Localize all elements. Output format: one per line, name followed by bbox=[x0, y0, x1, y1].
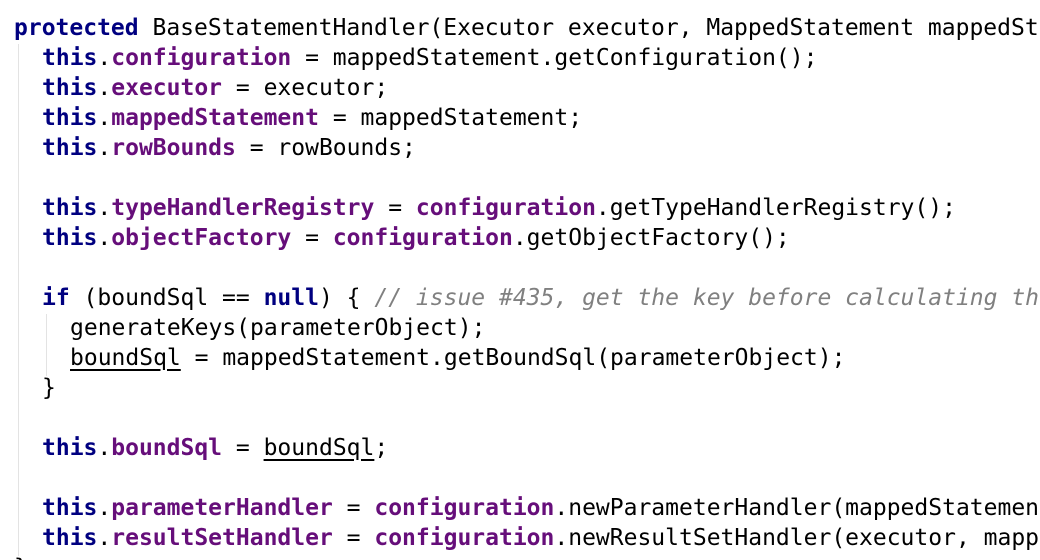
code-line: if (boundSql == null) { // issue #435, g… bbox=[42, 283, 1039, 313]
field-token: typeHandlerRegistry bbox=[111, 195, 375, 221]
code-token: . bbox=[97, 435, 112, 461]
code-token: . bbox=[97, 45, 112, 71]
code-token: . bbox=[97, 75, 112, 101]
keyword-token: this bbox=[42, 135, 98, 161]
code-line: this.mappedStatement = mappedStatement; bbox=[42, 103, 582, 133]
code-token: . bbox=[97, 105, 112, 131]
code-token: } bbox=[14, 555, 28, 560]
code-token: = bbox=[222, 435, 264, 461]
keyword-token: this bbox=[42, 195, 98, 221]
code-line: boundSql = mappedStatement.getBoundSql(p… bbox=[70, 343, 845, 373]
code-token: . bbox=[97, 225, 112, 251]
code-token: .newParameterHandler(mappedStatemen bbox=[554, 495, 1040, 521]
code-line: this.resultSetHandler = configuration.ne… bbox=[42, 523, 1039, 553]
code-token: = mappedStatement; bbox=[318, 105, 583, 131]
variable-token: boundSql bbox=[263, 435, 375, 461]
code-line: this.parameterHandler = configuration.ne… bbox=[42, 493, 1039, 523]
comment-token: // issue #435, get the key before calcul… bbox=[374, 285, 1040, 311]
field-token: resultSetHandler bbox=[111, 525, 333, 551]
keyword-token: protected bbox=[14, 15, 139, 41]
code-token: = executor; bbox=[222, 75, 389, 101]
field-token: configuration bbox=[374, 495, 555, 521]
code-token: .newResultSetHandler(executor, mapp bbox=[554, 525, 1040, 551]
keyword-token: this bbox=[42, 225, 98, 251]
code-token: .getTypeHandlerRegistry(); bbox=[595, 195, 956, 221]
code-token: ) { bbox=[318, 285, 375, 311]
field-token: rowBounds bbox=[111, 135, 236, 161]
code-token: = mappedStatement.getBoundSql(parameterO… bbox=[180, 345, 846, 371]
code-line: } bbox=[42, 373, 56, 403]
code-line: this.objectFactory = configuration.getOb… bbox=[42, 223, 790, 253]
code-token: = bbox=[374, 195, 416, 221]
field-token: parameterHandler bbox=[111, 495, 333, 521]
code-line: protected BaseStatementHandler(Executor … bbox=[14, 13, 1039, 43]
keyword-token: this bbox=[42, 105, 98, 131]
code-line: this.configuration = mappedStatement.get… bbox=[42, 43, 817, 73]
field-token: configuration bbox=[374, 525, 555, 551]
code-editor[interactable]: protected BaseStatementHandler(Executor … bbox=[0, 0, 1040, 560]
code-line: this.executor = executor; bbox=[42, 73, 388, 103]
variable-token: boundSql bbox=[70, 345, 181, 371]
code-token: ; bbox=[374, 435, 389, 461]
code-token: BaseStatementHandler(Executor executor, … bbox=[138, 15, 1039, 41]
code-token: .getObjectFactory(); bbox=[512, 225, 790, 251]
keyword-token: this bbox=[42, 45, 98, 71]
code-token: = bbox=[291, 225, 333, 251]
code-token: = bbox=[332, 525, 375, 551]
code-token: = rowBounds; bbox=[235, 135, 416, 161]
code-token: = bbox=[332, 495, 375, 521]
code-line: generateKeys(parameterObject); bbox=[70, 313, 485, 343]
indent-guide-if-block bbox=[46, 314, 47, 376]
field-token: configuration bbox=[111, 45, 292, 71]
code-line: } bbox=[14, 553, 28, 560]
code-line: this.boundSql = boundSql; bbox=[42, 433, 388, 463]
keyword-token: this bbox=[42, 525, 98, 551]
code-token: (boundSql == bbox=[69, 285, 264, 311]
code-token: . bbox=[97, 525, 112, 551]
keyword-token: this bbox=[42, 75, 98, 101]
code-token: . bbox=[97, 135, 112, 161]
keyword-token: if bbox=[42, 285, 70, 311]
code-token: generateKeys(parameterObject); bbox=[70, 315, 486, 341]
indent-guide-method bbox=[18, 44, 19, 556]
field-token: boundSql bbox=[111, 435, 223, 461]
keyword-token: null bbox=[263, 285, 319, 311]
code-token: = mappedStatement.getConfiguration(); bbox=[291, 45, 818, 71]
code-line: this.rowBounds = rowBounds; bbox=[42, 133, 416, 163]
field-token: mappedStatement bbox=[111, 105, 319, 131]
keyword-token: this bbox=[42, 495, 98, 521]
field-token: configuration bbox=[332, 225, 513, 251]
field-token: configuration bbox=[415, 195, 596, 221]
field-token: executor bbox=[111, 75, 223, 101]
code-line: this.typeHandlerRegistry = configuration… bbox=[42, 193, 956, 223]
code-token: . bbox=[97, 495, 112, 521]
keyword-token: this bbox=[42, 435, 98, 461]
code-token: . bbox=[97, 195, 112, 221]
code-token: } bbox=[42, 375, 56, 401]
field-token: objectFactory bbox=[111, 225, 292, 251]
